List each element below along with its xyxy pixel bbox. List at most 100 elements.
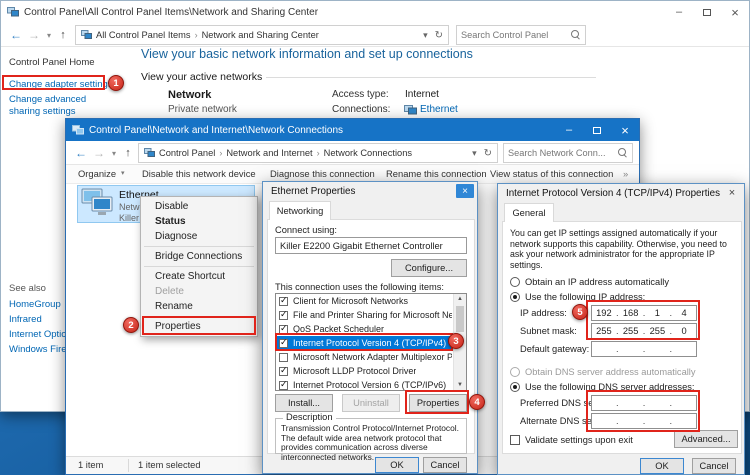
connections-ethernet-link[interactable]: Ethernet: [420, 104, 458, 115]
step-badge-3: 3: [448, 333, 464, 349]
radio-use-ip[interactable]: [510, 292, 520, 302]
list-item-qos-packet-scheduler[interactable]: QoS Packet Scheduler: [276, 322, 466, 336]
sidebar-link-change-adapter-settings[interactable]: Change adapter settings: [9, 79, 113, 90]
search-icon[interactable]: [571, 30, 581, 40]
refresh-icon[interactable]: ↻: [484, 148, 492, 159]
toolbar-diagnose[interactable]: Diagnose this connection: [270, 168, 375, 179]
forward-button[interactable]: →: [25, 23, 43, 47]
breadcrumb-segment[interactable]: Network Connections: [324, 148, 412, 158]
forward-button[interactable]: →: [90, 141, 108, 165]
search-input[interactable]: [508, 148, 615, 158]
validate-checkbox-label[interactable]: Validate settings upon exit: [525, 435, 633, 445]
checkbox[interactable]: [279, 381, 288, 390]
toolbar-rename[interactable]: Rename this connection: [386, 168, 487, 179]
menu-item-status[interactable]: Status: [141, 214, 257, 229]
menu-item-diagnose[interactable]: Diagnose: [141, 229, 257, 244]
configure-button[interactable]: Configure...: [391, 259, 467, 277]
alternate-dns-field[interactable]: ...: [591, 413, 697, 429]
list-item-client-ms-networks[interactable]: Client for Microsoft Networks: [276, 294, 466, 308]
menu-item-create-shortcut[interactable]: Create Shortcut: [141, 269, 257, 284]
tab-networking[interactable]: Networking: [269, 201, 331, 220]
radio-obtain-ip[interactable]: [510, 277, 520, 287]
sidebar-item-home[interactable]: Control Panel Home: [9, 57, 95, 68]
subnet-mask-field[interactable]: 255.255.255.0: [591, 323, 697, 339]
properties-button[interactable]: Properties: [409, 394, 467, 412]
adapter-name: Killer E2200 Gigabit Ethernet Controller: [280, 241, 443, 251]
preferred-dns-field[interactable]: ...: [591, 395, 697, 411]
scroll-thumb[interactable]: [456, 306, 464, 332]
list-item-label: Client for Microsoft Networks: [293, 296, 408, 306]
tab-general[interactable]: General: [504, 203, 554, 222]
cancel-button[interactable]: Cancel: [423, 457, 467, 473]
radio-use-dns[interactable]: [510, 382, 520, 392]
radio-obtain-ip-label[interactable]: Obtain an IP address automatically: [525, 277, 669, 287]
ok-button[interactable]: OK: [640, 458, 684, 474]
sidebar-link-change-advanced-sharing[interactable]: Change advanced sharing settings: [9, 94, 117, 118]
install-button[interactable]: Install...: [275, 394, 333, 412]
scroll-down-icon[interactable]: ▼: [454, 380, 466, 390]
maximize-button[interactable]: [583, 119, 611, 141]
menu-separator: [144, 266, 254, 267]
radio-use-dns-label[interactable]: Use the following DNS server addresses:: [525, 382, 694, 392]
list-item-label: QoS Packet Scheduler: [293, 324, 384, 334]
up-button[interactable]: ↑: [56, 23, 70, 47]
checkbox[interactable]: [279, 325, 288, 334]
close-button[interactable]: ×: [724, 185, 740, 200]
back-button[interactable]: ←: [7, 23, 25, 47]
uninstall-label: Uninstall: [353, 398, 389, 408]
toolbar-disable-device[interactable]: Disable this network device: [142, 168, 256, 179]
close-button[interactable]: ×: [721, 1, 749, 23]
title-bar: Control Panel\All Control Panel Items\Ne…: [1, 1, 749, 23]
ip-address-field[interactable]: 192.168.1.4: [591, 305, 697, 321]
checkbox[interactable]: [279, 311, 288, 320]
chevron-down-icon[interactable]: ▾: [472, 148, 477, 159]
cancel-button[interactable]: Cancel: [692, 458, 736, 474]
default-gateway-field[interactable]: ...: [591, 341, 697, 357]
ok-label: OK: [390, 460, 403, 470]
menu-item-bridge-connections[interactable]: Bridge Connections: [141, 249, 257, 264]
list-item-multiplexor-protocol[interactable]: Microsoft Network Adapter Multiplexor Pr…: [276, 350, 466, 364]
up-button[interactable]: ↑: [121, 141, 135, 165]
toolbar-view-status[interactable]: View status of this connection: [490, 168, 613, 179]
list-item-ipv4[interactable]: Internet Protocol Version 4 (TCP/IPv4): [276, 336, 466, 350]
minimize-button[interactable]: –: [555, 119, 583, 141]
close-button[interactable]: ×: [456, 184, 474, 198]
scroll-up-icon[interactable]: ▲: [454, 294, 466, 304]
history-dropdown-icon[interactable]: ▾: [108, 141, 120, 165]
search-input[interactable]: [461, 30, 568, 40]
checkbox[interactable]: [279, 297, 288, 306]
search-icon[interactable]: [618, 148, 628, 158]
validate-checkbox[interactable]: [510, 435, 520, 445]
chevron-down-icon[interactable]: ▾: [423, 30, 428, 41]
refresh-icon[interactable]: ↻: [435, 30, 443, 41]
folder-icon: [81, 30, 92, 40]
list-item-file-printer-sharing[interactable]: File and Printer Sharing for Microsoft N…: [276, 308, 466, 322]
radio-use-ip-label[interactable]: Use the following IP address:: [525, 292, 645, 302]
checkbox[interactable]: [279, 367, 288, 376]
breadcrumb-segment[interactable]: All Control Panel Items: [96, 30, 191, 40]
checkbox[interactable]: [279, 353, 288, 362]
toolbar-organize[interactable]: Organize: [78, 168, 116, 179]
maximize-button[interactable]: [693, 1, 721, 23]
menu-item-disable[interactable]: Disable: [141, 199, 257, 214]
search-box: [456, 25, 586, 45]
history-dropdown-icon[interactable]: ▾: [43, 23, 55, 47]
minimize-button[interactable]: –: [665, 1, 693, 23]
list-item-lldp-protocol[interactable]: Microsoft LLDP Protocol Driver: [276, 364, 466, 378]
sidebar-link-infrared[interactable]: Infrared: [9, 314, 42, 325]
close-button[interactable]: ×: [611, 119, 639, 141]
breadcrumb-segment[interactable]: Network and Sharing Center: [202, 30, 319, 40]
menu-item-properties[interactable]: Properties: [141, 319, 257, 334]
breadcrumb-segment[interactable]: Network and Internet: [226, 148, 312, 158]
list-item-ipv6[interactable]: Internet Protocol Version 6 (TCP/IPv6): [276, 378, 466, 391]
advanced-button[interactable]: Advanced...: [674, 430, 738, 448]
checkbox[interactable]: [279, 339, 288, 348]
cancel-label: Cancel: [700, 461, 729, 471]
ok-button[interactable]: OK: [375, 457, 419, 473]
breadcrumb-segment[interactable]: Control Panel: [159, 148, 215, 158]
sidebar-link-homegroup[interactable]: HomeGroup: [9, 299, 61, 310]
toolbar-overflow-icon[interactable]: »: [623, 168, 628, 179]
step-badge-5: 5: [572, 304, 588, 320]
menu-item-rename[interactable]: Rename: [141, 299, 257, 314]
back-button[interactable]: ←: [72, 141, 90, 165]
